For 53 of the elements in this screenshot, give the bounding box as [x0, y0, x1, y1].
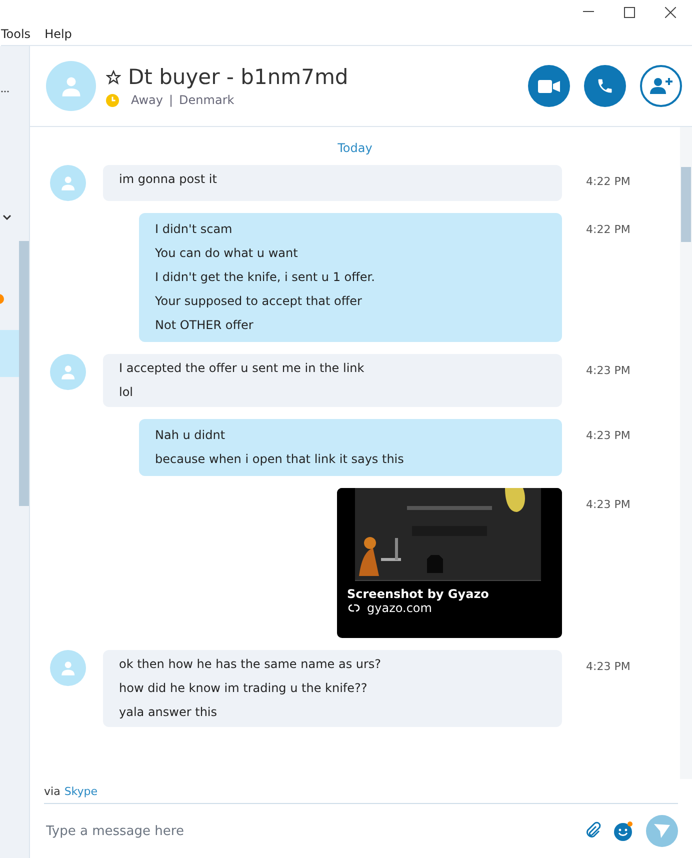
skype-link[interactable]: Skype: [64, 784, 98, 798]
message-text: Your supposed to accept that offer: [155, 293, 363, 310]
send-icon: [654, 824, 670, 838]
scrollbar-thumb[interactable]: [19, 241, 29, 506]
message-text: because when i open that link it says this: [155, 451, 405, 468]
message-text: I accepted the offer u sent me in the link: [119, 360, 366, 377]
menu-item[interactable]: Help: [44, 26, 72, 40]
message-text: Nah u didnt: [155, 427, 226, 444]
message-text: I didn't get the knife, i sent u 1 offer.: [155, 269, 376, 286]
contact-name: Dt buyer - b1nm7md: [128, 65, 348, 89]
add-contact-button[interactable]: [640, 65, 682, 107]
call-button[interactable]: [584, 65, 626, 107]
day-divider: Today: [336, 141, 374, 155]
menu-item[interactable]: Tools: [1, 26, 31, 40]
link-preview-card[interactable]: Screenshot by Gyazo gyazo.com: [337, 488, 562, 638]
person-icon: [60, 660, 76, 676]
via-text: via: [44, 784, 60, 798]
chevron-down-icon[interactable]: [3, 215, 11, 220]
minimize-icon[interactable]: [583, 11, 594, 13]
message-time: 4:22 PM: [585, 222, 632, 238]
clock-icon: [106, 94, 119, 106]
phone-icon: [596, 77, 614, 95]
message-time: 4:23 PM: [585, 428, 632, 444]
link-icon: [347, 603, 361, 613]
message-text: yala answer this: [119, 704, 218, 721]
message-time: 4:23 PM: [585, 363, 632, 379]
emoji-icon[interactable]: [614, 821, 634, 841]
person-icon: [60, 364, 76, 380]
message-time: 4:22 PM: [585, 174, 632, 190]
message-text: im gonna post it: [119, 171, 218, 188]
message-text: Not OTHER offer: [155, 317, 254, 334]
separator-text: |: [169, 93, 174, 107]
video-call-button[interactable]: [528, 65, 570, 107]
star-icon[interactable]: [106, 70, 121, 84]
maximize-icon[interactable]: [624, 6, 635, 18]
message-text: ok then how he has the same name as urs?: [119, 656, 382, 673]
message-text: I didn't scam: [155, 221, 234, 238]
more-icon[interactable]: [1, 90, 9, 93]
scrollbar-thumb[interactable]: [681, 167, 691, 242]
person-icon: [60, 74, 82, 98]
add-person-icon: [649, 77, 673, 95]
message-text: You can do what u want: [155, 245, 299, 262]
link-title: Screenshot by Gyazo: [346, 587, 490, 601]
close-icon[interactable]: [665, 6, 676, 18]
location-text: Denmark: [179, 93, 234, 107]
message-text: lol: [119, 384, 134, 401]
link-url: gyazo.com: [367, 601, 432, 615]
message-time: 4:23 PM: [585, 659, 632, 675]
message-text: how did he know im trading u the knife??: [119, 680, 368, 697]
person-icon: [60, 174, 76, 192]
status-text: Away: [131, 93, 163, 107]
message-time: 4:23 PM: [585, 497, 632, 513]
video-camera-icon: [538, 80, 560, 92]
